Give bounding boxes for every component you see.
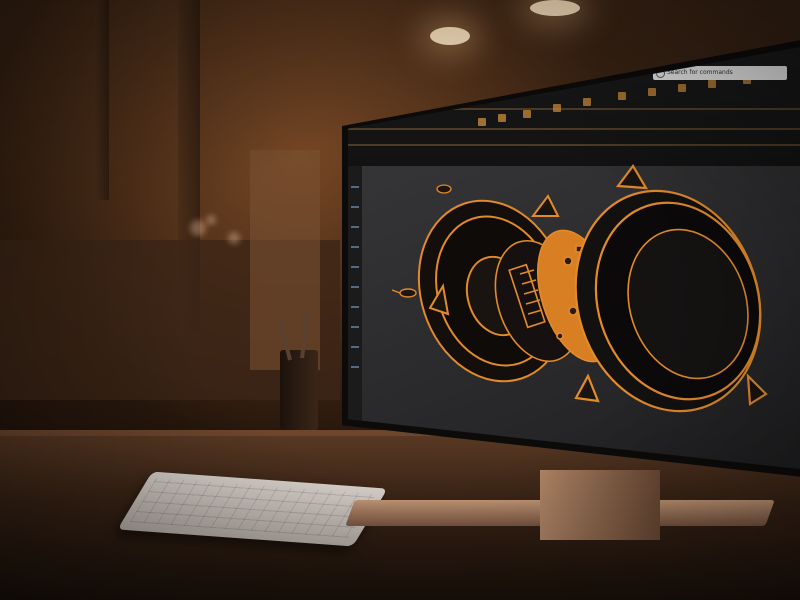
ceiling-light	[530, 0, 580, 16]
background-pillar	[95, 0, 109, 200]
small-part-top	[436, 184, 452, 194]
bokeh-light	[206, 215, 216, 225]
front-housing	[574, 164, 768, 413]
photo-scene: Search for commands	[0, 0, 800, 600]
monitor-stand-neck	[540, 470, 660, 540]
pen-holder	[280, 350, 318, 430]
bokeh-light	[190, 220, 206, 236]
screw-part	[391, 288, 417, 298]
bokeh-light	[228, 232, 240, 244]
ceiling-light	[430, 27, 470, 45]
